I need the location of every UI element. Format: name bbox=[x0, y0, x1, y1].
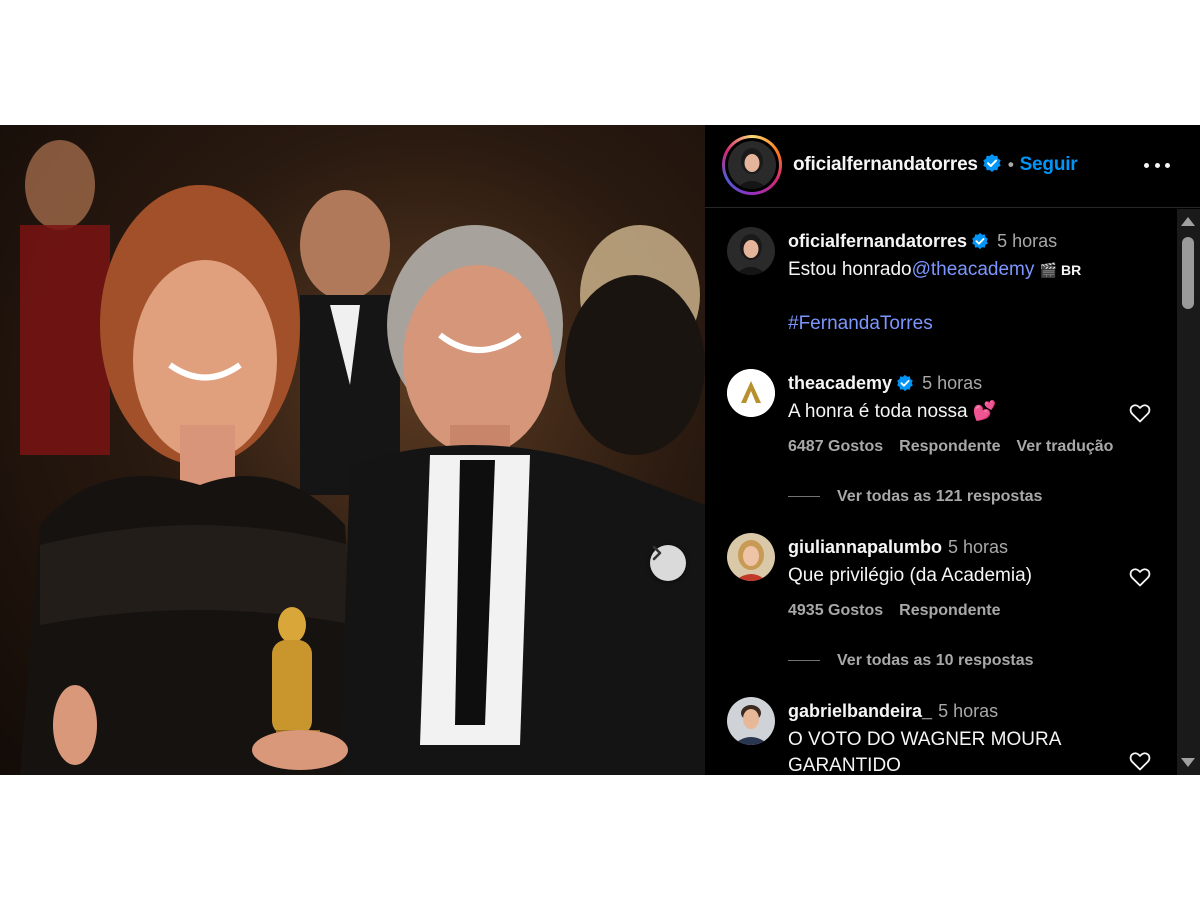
translate-button[interactable]: Ver tradução bbox=[1017, 438, 1114, 455]
caption-mention-link[interactable]: @theacademy bbox=[912, 259, 1035, 280]
heart-icon[interactable] bbox=[1128, 401, 1152, 425]
author-username[interactable]: oficialfernandatorres bbox=[793, 154, 978, 175]
caption-avatar[interactable] bbox=[727, 227, 775, 275]
comment-text: Que privilégio (da Academia) bbox=[788, 565, 1032, 586]
comment-avatar[interactable] bbox=[727, 369, 775, 417]
comment-likes[interactable]: 6487 Gostos bbox=[788, 438, 883, 455]
heart-icon[interactable] bbox=[1128, 565, 1152, 589]
instagram-post-modal: oficialfernandatorres • Seguir oficialfern… bbox=[0, 125, 1200, 775]
verified-badge-icon bbox=[983, 154, 1001, 172]
comment-meta: 6487 Gostos Respondente Ver tradução bbox=[788, 438, 1129, 456]
comment-avatar[interactable] bbox=[727, 697, 775, 745]
caption-hashtag-link[interactable]: #FernandaTorres bbox=[788, 313, 933, 334]
follow-button[interactable]: Seguir bbox=[1020, 154, 1078, 175]
story-ring[interactable] bbox=[722, 135, 782, 195]
comments-list[interactable]: oficialfernandatorres 5 horas Estou honra… bbox=[705, 209, 1175, 775]
chevron-right-icon bbox=[652, 545, 662, 561]
separator-dot: • bbox=[1007, 155, 1014, 174]
post-header: oficialfernandatorres • Seguir bbox=[705, 125, 1200, 208]
comment-meta: 4935 Gostos Respondente bbox=[788, 602, 1017, 620]
reply-button[interactable]: Respondente bbox=[899, 438, 1000, 455]
replies-divider bbox=[788, 660, 820, 662]
comment-username[interactable]: theacademy bbox=[788, 373, 892, 393]
academy-logo-icon bbox=[727, 369, 775, 417]
post-photo[interactable] bbox=[0, 125, 705, 775]
view-replies-button[interactable]: Ver todas as 10 respostas bbox=[788, 652, 1034, 670]
scroll-down-arrow-icon[interactable] bbox=[1181, 758, 1195, 767]
comment-likes[interactable]: 4935 Gostos bbox=[788, 602, 883, 619]
next-photo-button[interactable] bbox=[650, 545, 686, 581]
view-replies-button[interactable]: Ver todas as 121 respostas bbox=[788, 488, 1042, 506]
comment-text: O VOTO DO WAGNER MOURA GARANTIDO bbox=[788, 729, 1061, 775]
caption: oficialfernandatorres 5 horas Estou honra… bbox=[705, 225, 1175, 345]
caption-username[interactable]: oficialfernandatorres bbox=[788, 231, 967, 251]
scroll-up-arrow-icon[interactable] bbox=[1181, 217, 1195, 226]
comment-username[interactable]: giuliannapalumbo bbox=[788, 537, 942, 557]
replies-divider bbox=[788, 496, 820, 498]
more-options-icon[interactable] bbox=[1144, 155, 1170, 175]
caption-text-prefix: Estou honrado bbox=[788, 259, 912, 280]
comment-username[interactable]: gabrielbandeira_ bbox=[788, 701, 932, 721]
caption-hashtag-line: #FernandaTorres bbox=[788, 311, 1088, 337]
comment-text: A honra é toda nossa 💕 bbox=[788, 401, 997, 422]
comment-time: 5 horas bbox=[922, 373, 983, 393]
heart-icon[interactable] bbox=[1128, 749, 1152, 773]
caption-text: Estou honrado@theacademy 🎬 BR bbox=[788, 257, 1148, 283]
comments-scrollbar[interactable] bbox=[1177, 209, 1200, 775]
reply-button[interactable]: Respondente bbox=[899, 602, 1000, 619]
view-replies-label: Ver todas as 10 respostas bbox=[837, 652, 1034, 669]
caption-time: 5 horas bbox=[997, 231, 1058, 251]
comment-time: 5 horas bbox=[948, 537, 1009, 557]
post-side-panel: oficialfernandatorres • Seguir oficialfern… bbox=[705, 125, 1200, 775]
comment-time: 5 horas bbox=[938, 701, 999, 721]
view-replies-label: Ver todas as 121 respostas bbox=[837, 488, 1043, 505]
comment: giuliannapalumbo 5 horas Que privilégio (… bbox=[705, 531, 1175, 681]
author-avatar[interactable] bbox=[728, 141, 776, 189]
photo-illustration bbox=[20, 140, 705, 775]
scrollbar-thumb[interactable] bbox=[1182, 237, 1194, 309]
comment: gabrielbandeira_ 5 horas O VOTO DO WAGNER… bbox=[705, 695, 1175, 775]
comment-avatar[interactable] bbox=[727, 533, 775, 581]
caption-flag: 🎬 BR bbox=[1039, 262, 1082, 278]
verified-badge-icon bbox=[972, 232, 988, 250]
comment: theacademy 5 horas A honra é toda nossa 💕… bbox=[705, 367, 1175, 517]
verified-badge-icon bbox=[897, 374, 913, 392]
